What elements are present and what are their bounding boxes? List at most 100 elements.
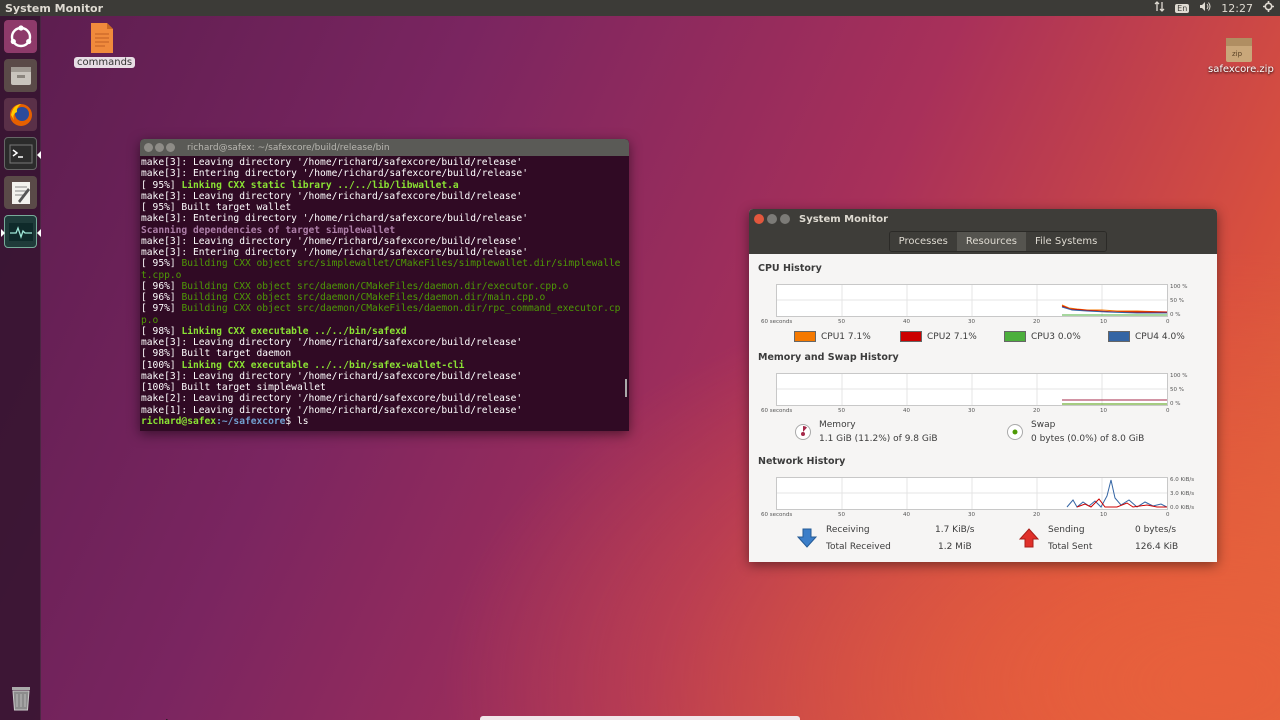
- x-tick-label: 60 seconds: [761, 319, 793, 325]
- terminal-icon[interactable]: [4, 137, 41, 170]
- swap-detail: 0 bytes (0.0%) of 8.0 GiB: [1031, 434, 1145, 444]
- x-tick-label: 30: [968, 408, 975, 414]
- sending-label: Sending: [1048, 525, 1085, 535]
- terminal-line: make[3]: Leaving directory '/home/richar…: [141, 337, 628, 348]
- clock[interactable]: 12:27: [1221, 2, 1253, 15]
- cpu1-label: CPU1: [821, 331, 846, 342]
- terminal-prompt[interactable]: richard@safex:~/safexcore$ ls: [141, 416, 628, 427]
- terminal-line-text: [100%] Built target simplewallet: [141, 382, 326, 393]
- memory-stats: Memory 1.1 GiB (11.2%) of 9.8 GiB: [819, 420, 938, 444]
- x-tick-label: 0: [1166, 319, 1170, 325]
- sysmon-titlebar[interactable]: System Monitor: [749, 209, 1217, 229]
- terminal-line-text: make[3]: Entering directory '/home/richa…: [141, 213, 528, 225]
- y-tick-label: 50 %: [1170, 387, 1184, 393]
- terminal-line: [100%] Built target simplewallet: [141, 382, 628, 393]
- maximize-button[interactable]: [780, 214, 790, 224]
- terminal-line-prefix: [ 95%]: [141, 258, 182, 270]
- terminal-line-text: make[3]: Leaving directory '/home/richar…: [141, 157, 523, 168]
- settings-gear-icon[interactable]: [1263, 1, 1274, 15]
- terminal-line-text: Scanning dependencies of target simplewa…: [141, 224, 396, 236]
- text-editor-icon[interactable]: [4, 176, 37, 209]
- ubuntu-dash-icon[interactable]: [4, 20, 37, 53]
- maximize-button[interactable]: [166, 143, 175, 152]
- y-tick-label: 50 %: [1170, 298, 1184, 304]
- terminal-line-text: make[3]: Leaving directory '/home/richar…: [141, 190, 523, 202]
- terminal-line: make[1]: Leaving directory '/home/richar…: [141, 405, 628, 416]
- terminal-line-text: make[3]: Leaving directory '/home/richar…: [141, 370, 523, 382]
- cpu3-color-swatch[interactable]: [1004, 331, 1026, 342]
- terminal-titlebar[interactable]: richard@safex: ~/safexcore/build/release…: [140, 139, 629, 156]
- cpu1-color-swatch[interactable]: [794, 331, 816, 342]
- cpu3-legend[interactable]: CPU3 0.0%: [1004, 331, 1081, 342]
- terminal-line: [ 95%] Building CXX object src/simplewal…: [141, 258, 628, 281]
- terminal-line: make[3]: Entering directory '/home/richa…: [141, 168, 628, 179]
- x-tick-label: 10: [1100, 319, 1107, 325]
- system-monitor-icon[interactable]: [1, 215, 41, 248]
- terminal-line: make[2]: Leaving directory '/home/richar…: [141, 393, 628, 404]
- memory-detail: 1.1 GiB (11.2%) of 9.8 GiB: [819, 434, 938, 444]
- terminal-line-text: make[3]: Entering directory '/home/richa…: [141, 247, 528, 258]
- terminal-line-text: Linking CXX static library ../../lib/lib…: [181, 179, 459, 191]
- total-sent-value: 126.4 KiB: [1135, 542, 1179, 552]
- network-indicator-icon[interactable]: [1154, 1, 1165, 15]
- y-tick-label: 100 %: [1170, 284, 1188, 290]
- network-history-graph: [776, 477, 1168, 510]
- x-tick-label: 50: [838, 319, 845, 325]
- sending-arrow-icon[interactable]: [1018, 528, 1040, 551]
- terminal-line-text: Building CXX object src/simplewallet/CMa…: [141, 258, 621, 281]
- cpu4-label: CPU4: [1135, 331, 1160, 342]
- terminal-line: [ 95%] Linking CXX static library ../../…: [141, 180, 628, 191]
- prompt-user: richard@safex: [141, 415, 217, 427]
- cpu4-color-swatch[interactable]: [1108, 331, 1130, 342]
- keyboard-language-indicator[interactable]: En: [1175, 3, 1190, 13]
- cpu4-legend[interactable]: CPU4 4.0%: [1108, 331, 1185, 342]
- desktop-file-label: safexcore.zip: [1208, 64, 1274, 75]
- close-button[interactable]: [144, 143, 153, 152]
- cpu2-color-swatch[interactable]: [900, 331, 922, 342]
- active-app-title: System Monitor: [5, 1, 103, 15]
- close-button[interactable]: [754, 214, 764, 224]
- tab-file-systems[interactable]: File Systems: [1025, 232, 1107, 251]
- terminal-output[interactable]: make[3]: Leaving directory '/home/richar…: [140, 156, 629, 428]
- minimize-button[interactable]: [155, 143, 164, 152]
- system-monitor-window[interactable]: System Monitor Processes Resources File …: [749, 209, 1217, 562]
- terminal-line: [ 98%] Built target daemon: [141, 348, 628, 359]
- terminal-line-prefix: [100%]: [141, 359, 182, 371]
- terminal-window[interactable]: richard@safex: ~/safexcore/build/release…: [140, 139, 629, 431]
- total-received-label: Total Received: [826, 542, 891, 552]
- volume-icon[interactable]: [1199, 1, 1211, 15]
- terminal-line-text: [ 95%] Built target wallet: [141, 202, 292, 213]
- desktop-file-commands[interactable]: commands: [74, 22, 136, 68]
- receiving-arrow-icon[interactable]: [796, 528, 818, 551]
- trash-icon[interactable]: [4, 680, 37, 713]
- terminal-line: [ 95%] Built target wallet: [141, 202, 628, 213]
- terminal-line-prefix: [ 97%]: [141, 303, 182, 315]
- swap-stats: Swap 0 bytes (0.0%) of 8.0 GiB: [1031, 420, 1144, 444]
- sysmon-title: System Monitor: [799, 213, 889, 225]
- minimize-button[interactable]: [767, 214, 777, 224]
- memory-pie-chart[interactable]: [795, 424, 811, 440]
- x-tick-label: 0: [1166, 512, 1170, 518]
- files-icon[interactable]: [4, 59, 37, 92]
- terminal-line-text: make[3]: Leaving directory '/home/richar…: [141, 235, 523, 247]
- terminal-line: make[3]: Entering directory '/home/richa…: [141, 213, 628, 224]
- swap-pie-chart[interactable]: [1007, 424, 1023, 440]
- top-panel: System Monitor En 12:27: [0, 0, 1280, 16]
- tab-processes[interactable]: Processes: [889, 232, 957, 251]
- sending-value: 0 bytes/s: [1135, 525, 1177, 535]
- x-tick-label: 0: [1166, 408, 1170, 414]
- x-tick-label: 60 seconds: [761, 512, 793, 518]
- y-tick-label: 0 %: [1170, 401, 1181, 407]
- terminal-line: make[3]: Leaving directory '/home/richar…: [141, 236, 628, 247]
- x-tick-label: 30: [968, 319, 975, 325]
- desktop-file-safexcore-zip[interactable]: zip safexcore.zip: [1205, 36, 1274, 75]
- cpu2-legend[interactable]: CPU2 7.1%: [900, 331, 977, 342]
- firefox-icon[interactable]: [4, 98, 37, 131]
- terminal-line: Scanning dependencies of target simplewa…: [141, 225, 628, 236]
- tab-resources[interactable]: Resources: [956, 232, 1026, 251]
- receiving-value: 1.7 KiB/s: [935, 525, 975, 535]
- cpu1-legend[interactable]: CPU1 7.1%: [794, 331, 871, 342]
- terminal-scrollbar[interactable]: [625, 379, 627, 397]
- mouse-cursor-icon: [165, 712, 174, 720]
- cpu4-value: 4.0%: [1161, 331, 1185, 342]
